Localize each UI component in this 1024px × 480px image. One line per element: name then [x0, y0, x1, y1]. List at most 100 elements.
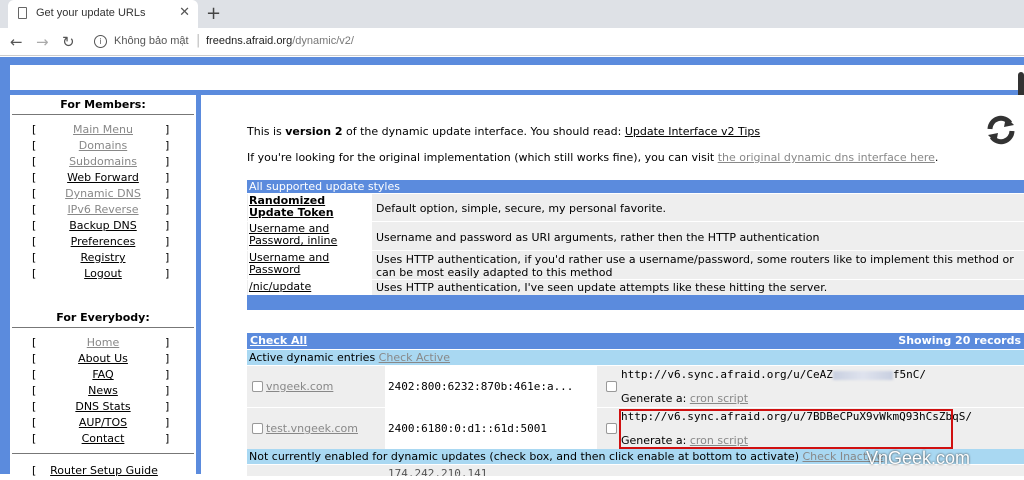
sidebar-link[interactable]: Logout	[40, 267, 166, 280]
sidebar-item[interactable]: [Subdomains]	[10, 155, 196, 171]
bracket: [	[32, 171, 37, 184]
url-text[interactable]: freedns.afraid.org/dynamic/v2/	[206, 35, 354, 47]
style-name-link[interactable]: Randomized Update Token	[248, 194, 372, 221]
style-name-link[interactable]: Username and Password, inline	[248, 222, 372, 250]
sidebar-item[interactable]: [Logout]	[10, 267, 196, 283]
close-tab-icon[interactable]: ✕	[179, 5, 190, 20]
entry-checkbox[interactable]	[252, 423, 263, 434]
check-all-link[interactable]: Check All	[250, 333, 307, 349]
sidebar-item-router[interactable]: [ Router Setup Guide	[10, 464, 196, 480]
info-icon[interactable]: i	[94, 35, 107, 48]
sidebar-item[interactable]: [Dynamic DNS]	[10, 187, 196, 203]
sidebar-link[interactable]: Backup DNS	[40, 219, 166, 232]
intro-version: version 2	[285, 125, 343, 138]
check-active-link[interactable]: Check Active	[379, 351, 450, 364]
sidebar: For Members: [Main Menu][Domains][Subdom…	[10, 95, 196, 477]
host-link[interactable]: vngeek.com	[266, 380, 333, 393]
sidebar-item[interactable]: [Backup DNS]	[10, 219, 196, 235]
everybody-heading: For Everybody:	[56, 311, 150, 324]
sidebar-item[interactable]: [Contact]	[10, 432, 196, 448]
generate-label: Generate a:	[621, 392, 690, 405]
original-interface-link[interactable]: the original dynamic dns interface here	[718, 151, 935, 164]
inactive-label: Not currently enabled for dynamic update…	[249, 450, 803, 463]
ip-value: 174.242.210.141	[388, 467, 488, 476]
separator: |	[196, 33, 201, 48]
sidebar-item[interactable]: [Preferences]	[10, 235, 196, 251]
url-omnibox[interactable]: i Không bảo mật | freedns.afraid.org/dyn…	[86, 31, 1020, 53]
bracket: ]	[165, 251, 170, 264]
sidebar-item[interactable]: [Home]	[10, 336, 196, 352]
intro-prefix: This is	[247, 125, 286, 138]
entry-checkbox[interactable]	[252, 381, 263, 392]
new-tab-button[interactable]: +	[206, 3, 221, 24]
entry-checkbox[interactable]	[606, 381, 617, 392]
sidebar-item[interactable]: [About Us]	[10, 352, 196, 368]
sidebar-item[interactable]: [Web Forward]	[10, 171, 196, 187]
members-heading: For Members:	[60, 98, 146, 111]
bracket: [	[32, 139, 37, 152]
bracket: [	[32, 219, 37, 232]
sidebar-link[interactable]: About Us	[40, 352, 166, 365]
bracket: [	[32, 203, 37, 216]
sidebar-link[interactable]: Registry	[40, 251, 166, 264]
style-name-link[interactable]: Username and Password	[248, 251, 372, 279]
intro-suffix: of the dynamic update interface. You sho…	[342, 125, 625, 138]
bracket: ]	[165, 139, 170, 152]
security-label[interactable]: Không bảo mật	[114, 35, 189, 47]
forward-arrow-icon[interactable]: →	[36, 33, 49, 51]
sidebar-item[interactable]: [Domains]	[10, 139, 196, 155]
bracket: [	[32, 235, 37, 248]
bracket: [	[32, 416, 37, 429]
router-setup-link[interactable]: Router Setup Guide	[44, 464, 164, 477]
bracket: [	[32, 352, 37, 365]
sidebar-link[interactable]: Home	[40, 336, 166, 349]
sidebar-link[interactable]: DNS Stats	[40, 400, 166, 413]
sidebar-link[interactable]: Preferences	[40, 235, 166, 248]
bracket: ]	[165, 267, 170, 280]
sidebar-link[interactable]: Dynamic DNS	[40, 187, 166, 200]
style-row: Username and Password Uses HTTP authenti…	[247, 250, 1024, 279]
bracket: [	[32, 187, 37, 200]
browser-tab[interactable]: Get your update URLs ✕	[8, 0, 198, 28]
sidebar-link[interactable]: News	[40, 384, 166, 397]
sidebar-link[interactable]: Web Forward	[40, 171, 166, 184]
reload-icon[interactable]: ↻	[62, 33, 75, 51]
sidebar-link[interactable]: IPv6 Reverse	[40, 203, 166, 216]
sidebar-item[interactable]: [News]	[10, 384, 196, 400]
bracket: ]	[165, 432, 170, 445]
active-label: Active dynamic entries	[249, 351, 379, 364]
bracket: ]	[165, 123, 170, 136]
style-desc: Uses HTTP authentication, if you'd rathe…	[376, 253, 1014, 279]
bracket: ]	[165, 352, 170, 365]
update-url: http://v6.sync.afraid.org/u/CeAZ f5nC/	[621, 368, 926, 381]
style-name-link[interactable]: /nic/update	[248, 280, 372, 295]
entry-checkbox[interactable]	[606, 423, 617, 434]
tab-title: Get your update URLs	[36, 7, 146, 19]
sidebar-link[interactable]: FAQ	[40, 368, 166, 381]
sidebar-link[interactable]: Domains	[40, 139, 166, 152]
main-content: This is version 2 of the dynamic update …	[201, 95, 1024, 476]
sidebar-item[interactable]: [AUP/TOS]	[10, 416, 196, 432]
sidebar-link[interactable]: Main Menu	[40, 123, 166, 136]
sidebar-item[interactable]: [Registry]	[10, 251, 196, 267]
sidebar-link[interactable]: Contact	[40, 432, 166, 445]
bracket: [	[32, 400, 37, 413]
back-arrow-icon[interactable]: ←	[10, 33, 23, 51]
cron-script-link[interactable]: cron script	[690, 392, 748, 405]
bracket: ]	[165, 400, 170, 413]
page-icon	[18, 7, 27, 19]
header-banner	[10, 65, 1024, 90]
bracket: [	[32, 123, 37, 136]
sidebar-link[interactable]: Subdomains	[40, 155, 166, 168]
orig-text: If you're looking for the original imple…	[247, 151, 718, 164]
sidebar-link[interactable]: AUP/TOS	[40, 416, 166, 429]
refresh-icon[interactable]	[984, 113, 1018, 147]
sidebar-item[interactable]: [FAQ]	[10, 368, 196, 384]
bracket: ]	[165, 235, 170, 248]
host-link[interactable]: test.vngeek.com	[266, 422, 358, 435]
sidebar-item[interactable]: [IPv6 Reverse]	[10, 203, 196, 219]
sidebar-item[interactable]: [Main Menu]	[10, 123, 196, 139]
tips-link[interactable]: Update Interface v2 Tips	[625, 125, 760, 138]
sidebar-item[interactable]: [DNS Stats]	[10, 400, 196, 416]
update-url-start: http://v6.sync.afraid.org/u/CeAZ	[621, 368, 833, 381]
